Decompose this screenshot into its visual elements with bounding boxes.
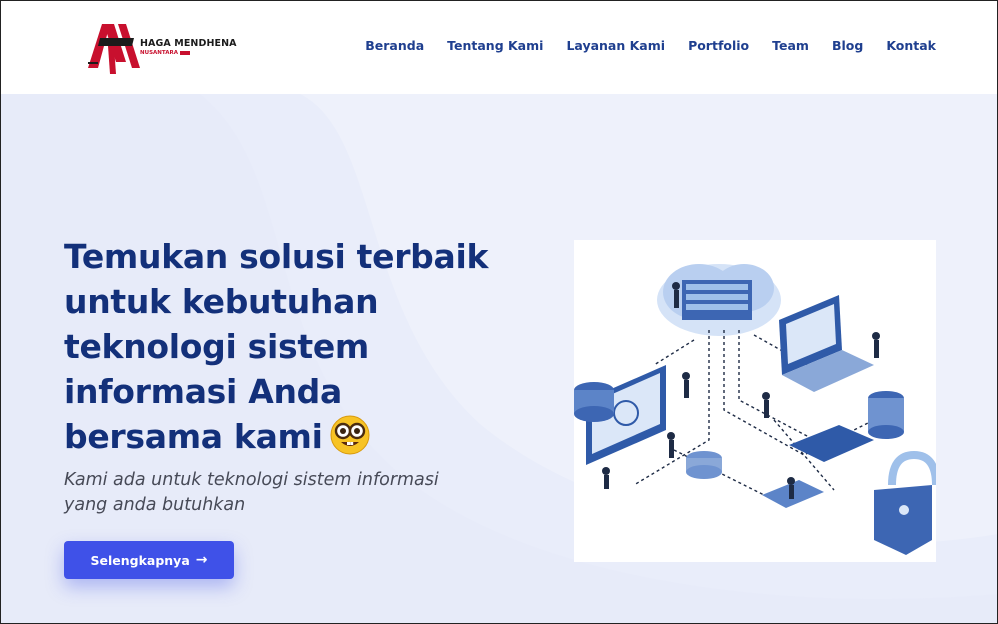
isometric-cloud-network-illustration <box>574 240 936 562</box>
nav-item-beranda[interactable]: Beranda <box>365 38 424 53</box>
site-header: HAGA MENDHENA NUSANTARA Beranda Tentang … <box>0 0 998 94</box>
selengkapnya-button[interactable]: Selengkapnya → <box>64 541 234 579</box>
brand-logo[interactable]: HAGA MENDHENA NUSANTARA <box>86 18 246 76</box>
brand-logo-mark-icon <box>88 24 140 74</box>
nav-item-team[interactable]: Team <box>772 38 809 53</box>
nav-item-tentang-kami[interactable]: Tentang Kami <box>447 38 543 53</box>
laptop-icon <box>779 295 874 392</box>
nerd-face-icon <box>330 415 370 455</box>
cta-label: Selengkapnya <box>90 552 190 568</box>
hero-section: Temukan solusi terbaik untuk kebutuhan t… <box>0 94 998 624</box>
nav-item-portfolio[interactable]: Portfolio <box>688 38 749 53</box>
brand-subname: NUSANTARA <box>140 50 178 56</box>
nav-item-blog[interactable]: Blog <box>832 38 863 53</box>
hero-subtitle: Kami ada untuk teknologi sistem informas… <box>64 470 439 515</box>
nav-item-kontak[interactable]: Kontak <box>886 38 936 53</box>
nav-item-layanan-kami[interactable]: Layanan Kami <box>566 38 665 53</box>
brand-accent-bar <box>179 51 190 55</box>
arrow-right-icon: → <box>195 552 208 568</box>
brand-name: HAGA MENDHENA <box>140 38 237 49</box>
padlock-icon <box>874 450 936 555</box>
main-nav: Beranda Tentang Kami Layanan Kami Portfo… <box>342 38 936 53</box>
hero-headline: Temukan solusi terbaik untuk kebutuhan t… <box>64 234 504 459</box>
hero-headline-text: Temukan solusi terbaik untuk kebutuhan t… <box>64 237 489 456</box>
